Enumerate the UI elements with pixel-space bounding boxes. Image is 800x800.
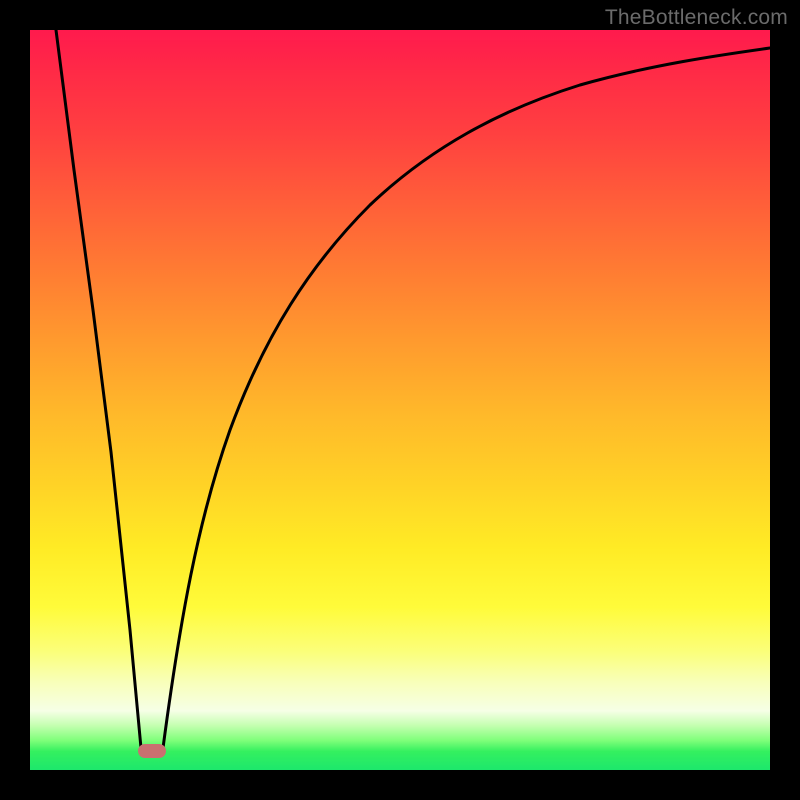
watermark-text: TheBottleneck.com — [605, 6, 788, 30]
curve-right-branch — [163, 48, 770, 748]
optimal-point-marker — [138, 744, 166, 758]
curve-left-branch — [56, 30, 141, 748]
chart-frame: TheBottleneck.com — [0, 0, 800, 800]
plot-area — [30, 30, 770, 770]
bottleneck-curve — [30, 30, 770, 770]
